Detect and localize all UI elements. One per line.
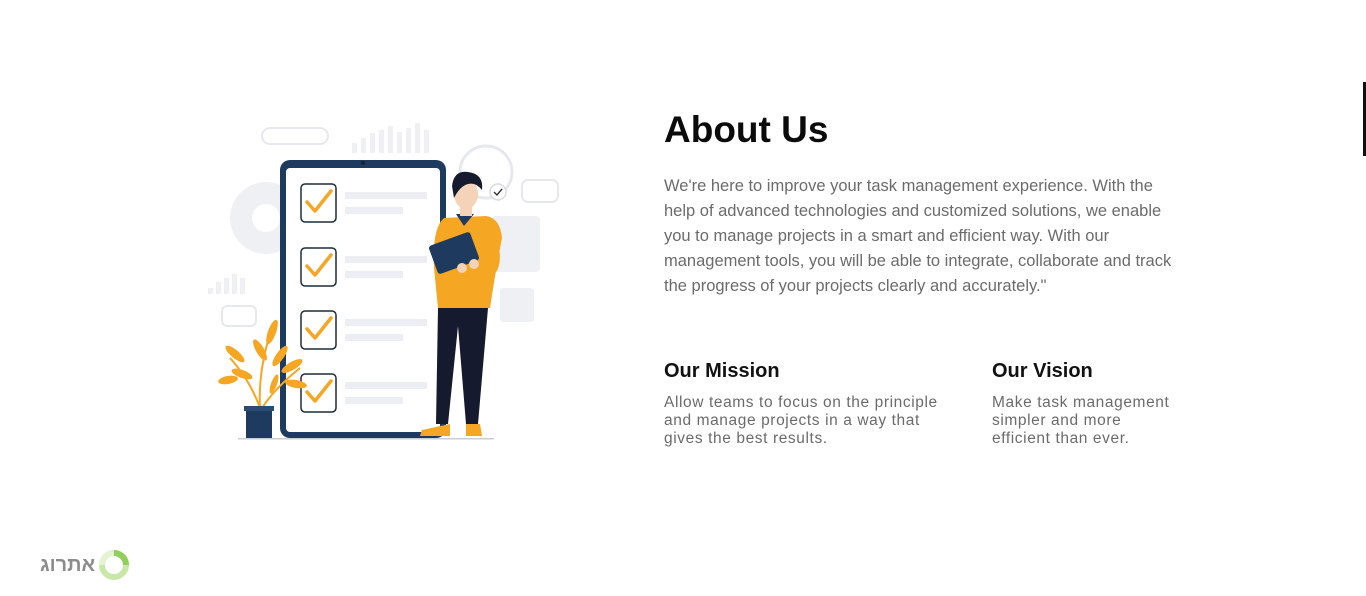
mission-title: Our Mission: [664, 360, 780, 382]
phone-checklist: [280, 160, 446, 438]
vision-block: Our Vision Make task management simpler …: [992, 358, 1172, 448]
vision-text: Make task management simpler and more ef…: [992, 394, 1170, 447]
mission-block: Our Mission Allow teams to focus on the …: [664, 358, 954, 448]
about-illustration: [208, 123, 559, 440]
brand-name: אתרוג: [40, 553, 96, 576]
vision-title: Our Vision: [992, 360, 1093, 382]
mission-text: Allow teams to focus on the principle an…: [664, 394, 938, 447]
about-section: About Us We're here to improve your task…: [664, 108, 1184, 447]
page-title: About Us: [664, 109, 829, 150]
about-intro: We're here to improve your task manageme…: [664, 177, 1172, 295]
ring-logo-icon: [99, 550, 130, 580]
brand-logo[interactable]: אתרוג: [40, 548, 131, 582]
